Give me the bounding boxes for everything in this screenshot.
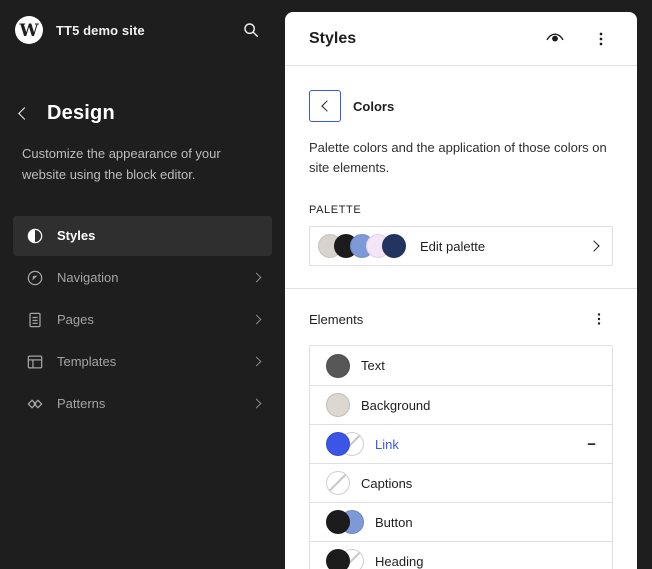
element-label: Captions bbox=[361, 476, 412, 491]
element-row-text[interactable]: Text bbox=[310, 346, 612, 385]
design-title: Design bbox=[47, 102, 115, 125]
sidebar-item-patterns[interactable]: Patterns bbox=[13, 384, 272, 424]
element-label: Button bbox=[375, 515, 413, 530]
style-book-eye-icon[interactable] bbox=[541, 25, 569, 53]
element-label: Background bbox=[361, 398, 430, 413]
colors-section-header: Colors bbox=[309, 90, 613, 122]
colors-description: Palette colors and the application of th… bbox=[309, 138, 613, 178]
search-icon[interactable] bbox=[235, 14, 267, 46]
palette-swatch bbox=[382, 234, 406, 258]
color-indicator bbox=[326, 354, 350, 378]
chevron-right-icon bbox=[588, 241, 599, 252]
sidebar-item-styles[interactable]: Styles bbox=[13, 216, 272, 256]
sidebar-item-label: Templates bbox=[57, 354, 116, 369]
color-dot-icon bbox=[326, 354, 350, 378]
site-editor: W TT5 demo site Design Customize the app… bbox=[0, 0, 652, 569]
chevron-right-icon bbox=[252, 315, 262, 325]
edit-palette-label: Edit palette bbox=[420, 239, 485, 254]
sidebar-item-navigation[interactable]: Navigation bbox=[13, 258, 272, 298]
chevron-right-icon bbox=[252, 399, 262, 409]
elements-list: Text Background Link − Captions Button Heading bbox=[309, 345, 613, 569]
sidebar-item-templates[interactable]: Templates bbox=[13, 342, 272, 382]
color-dot-icon bbox=[326, 549, 350, 569]
palette-swatches bbox=[318, 234, 406, 258]
color-indicator bbox=[326, 432, 364, 456]
panel-title: Styles bbox=[309, 30, 356, 48]
chevron-right-icon bbox=[252, 273, 262, 283]
design-menu: Styles Navigation bbox=[0, 216, 285, 424]
design-header: Design bbox=[0, 102, 285, 125]
sidebar-topbar: W TT5 demo site bbox=[0, 0, 285, 60]
styles-panel: Styles bbox=[285, 12, 637, 569]
sidebar-item-label: Patterns bbox=[57, 396, 105, 411]
colors-back-button[interactable] bbox=[309, 90, 341, 122]
color-indicator bbox=[326, 471, 350, 495]
site-title: TT5 demo site bbox=[56, 23, 145, 38]
sidebar-item-label: Pages bbox=[57, 312, 94, 327]
sidebar-description: Customize the appearance of your website… bbox=[22, 143, 258, 186]
admin-sidebar: W TT5 demo site Design Customize the app… bbox=[0, 0, 285, 569]
sidebar-item-label: Navigation bbox=[57, 270, 118, 285]
element-row-captions[interactable]: Captions bbox=[310, 463, 612, 502]
section-divider bbox=[285, 288, 637, 289]
palette-label: PALETTE bbox=[309, 204, 613, 216]
element-label: Link bbox=[375, 437, 399, 452]
elements-header: Elements bbox=[309, 305, 613, 333]
color-indicator bbox=[326, 510, 364, 534]
back-chevron-icon[interactable] bbox=[18, 107, 31, 120]
element-label: Heading bbox=[375, 554, 423, 569]
element-row-button[interactable]: Button bbox=[310, 502, 612, 541]
sidebar-item-pages[interactable]: Pages bbox=[13, 300, 272, 340]
svg-text:W: W bbox=[18, 21, 39, 41]
color-dot-icon bbox=[326, 393, 350, 417]
elements-options-kebab-icon[interactable] bbox=[585, 305, 613, 333]
transparent-color-icon bbox=[326, 471, 350, 495]
wordpress-logo-icon[interactable]: W bbox=[14, 15, 44, 45]
minus-indicator: − bbox=[587, 437, 596, 452]
color-indicator bbox=[326, 393, 350, 417]
element-row-heading[interactable]: Heading bbox=[310, 541, 612, 569]
elements-title: Elements bbox=[309, 312, 363, 327]
element-row-background[interactable]: Background bbox=[310, 385, 612, 424]
chevron-left-icon bbox=[321, 100, 332, 111]
sidebar-item-label: Styles bbox=[57, 228, 95, 243]
more-options-kebab-icon[interactable] bbox=[587, 25, 615, 53]
color-indicator bbox=[326, 549, 364, 569]
templates-icon bbox=[25, 352, 45, 372]
edit-palette-button[interactable]: Edit palette bbox=[309, 226, 613, 266]
pages-icon bbox=[25, 310, 45, 330]
navigation-icon bbox=[25, 268, 45, 288]
patterns-icon bbox=[25, 394, 45, 414]
styles-icon bbox=[25, 226, 45, 246]
element-label: Text bbox=[361, 358, 385, 373]
chevron-right-icon bbox=[252, 357, 262, 367]
styles-panel-header: Styles bbox=[285, 12, 637, 66]
colors-section-title: Colors bbox=[353, 99, 394, 114]
element-row-link[interactable]: Link − bbox=[310, 424, 612, 463]
